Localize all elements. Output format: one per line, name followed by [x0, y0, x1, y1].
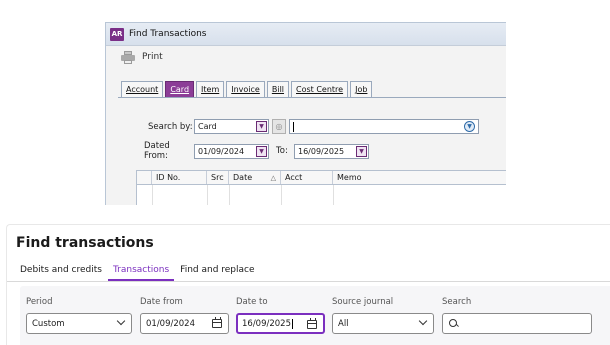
classic-tab-bar: Account Card Item Invoice Bill Cost Cent…	[121, 81, 374, 97]
grid-divider	[333, 185, 334, 205]
text-caret	[293, 122, 294, 132]
search-by-select[interactable]: Card ▼	[194, 119, 269, 134]
source-journal-value: All	[338, 318, 349, 329]
column-memo[interactable]: Memo	[333, 171, 506, 184]
calendar-icon[interactable]	[212, 317, 222, 328]
search-icon	[449, 319, 458, 328]
window-title: Find Transactions	[129, 29, 207, 39]
text-caret	[292, 318, 293, 329]
grid-divider	[281, 185, 282, 205]
column-id-no[interactable]: ID No.	[152, 171, 207, 184]
calendar-icon[interactable]	[307, 318, 317, 329]
date-from-field[interactable]: 01/09/2024	[140, 313, 229, 334]
search-by-value: Card	[198, 122, 217, 131]
app-logo: AR	[110, 27, 124, 41]
source-journal-select[interactable]: All	[332, 313, 434, 334]
tab-panel-border	[118, 97, 506, 98]
tab-bill[interactable]: Bill	[266, 81, 290, 97]
to-label: To:	[276, 146, 288, 156]
chevron-down-icon	[118, 318, 125, 325]
modern-tab-bar: Debits and credits Transactions Find and…	[16, 263, 261, 281]
tab-debits-and-credits[interactable]: Debits and credits	[16, 263, 107, 281]
toolbar: Print	[106, 46, 506, 68]
chevron-down-icon	[420, 318, 427, 325]
grid-divider	[229, 185, 230, 205]
period-label: Period	[26, 297, 53, 307]
search-by-label: Search by:	[148, 121, 193, 132]
tab-find-and-replace[interactable]: Find and replace	[175, 263, 259, 281]
grid-divider	[152, 185, 153, 205]
dated-from-field[interactable]: 01/09/2024 ▼	[194, 143, 269, 159]
tab-job[interactable]: Job	[350, 81, 373, 97]
date-to-value: 16/09/2025	[242, 318, 291, 329]
modern-find-transactions: Find transactions Debits and credits Tra…	[6, 224, 610, 345]
calendar-dropdown-icon[interactable]: ▼	[256, 145, 267, 157]
date-range-row: Dated From: 01/09/2024 ▼ To: 16/09/2025 …	[144, 141, 369, 161]
tab-cost-centre[interactable]: Cost Centre	[291, 81, 349, 97]
dated-to-field[interactable]: 16/09/2025 ▼	[294, 143, 369, 159]
tab-account[interactable]: Account	[121, 81, 164, 97]
column-acct[interactable]: Acct	[281, 171, 333, 184]
source-journal-label: Source journal	[332, 297, 394, 307]
column-date[interactable]: Date △	[229, 171, 281, 184]
sort-ascending-icon: △	[270, 173, 276, 182]
printer-icon[interactable]	[121, 50, 135, 64]
grid-divider	[207, 185, 208, 205]
search-input[interactable]	[442, 313, 592, 334]
page-title: Find transactions	[16, 235, 154, 251]
search-card-input[interactable]: ▼	[289, 119, 479, 134]
date-to-field[interactable]: 16/09/2025	[236, 313, 325, 334]
results-grid-body[interactable]	[136, 185, 506, 205]
date-to-label: Date to	[236, 297, 268, 307]
dated-from-value: 01/09/2024	[198, 146, 245, 156]
period-value: Custom	[32, 318, 65, 329]
search-by-row: Search by: Card ▼ ◎ ▼	[148, 119, 479, 134]
column-date-label: Date	[233, 173, 253, 182]
classic-find-transactions-window: AR Find Transactions Print Account Card …	[105, 22, 506, 205]
go-button-icon[interactable]: ◎	[272, 119, 286, 134]
column-src[interactable]: Src	[207, 171, 229, 184]
chevron-down-icon[interactable]: ▼	[256, 121, 267, 132]
results-grid-header: ID No. Src Date △ Acct Memo	[136, 170, 506, 185]
tab-card[interactable]: Card	[165, 81, 195, 97]
search-label: Search	[442, 297, 472, 307]
tab-invoice[interactable]: Invoice	[226, 81, 265, 97]
dropdown-circle-icon[interactable]: ▼	[464, 121, 475, 132]
row-selector-header	[137, 171, 152, 184]
dated-to-value: 16/09/2025	[298, 146, 345, 156]
tab-transactions[interactable]: Transactions	[107, 263, 175, 281]
tab-divider	[7, 281, 610, 282]
period-select[interactable]: Custom	[26, 313, 132, 334]
calendar-dropdown-icon[interactable]: ▼	[356, 145, 367, 157]
print-button[interactable]: Print	[142, 52, 163, 62]
tab-item[interactable]: Item	[196, 81, 225, 97]
date-from-label: Date from	[140, 297, 183, 307]
window-titlebar: AR Find Transactions	[106, 23, 506, 46]
date-from-value: 01/09/2024	[146, 318, 195, 329]
dated-from-label: Dated From:	[144, 141, 170, 161]
